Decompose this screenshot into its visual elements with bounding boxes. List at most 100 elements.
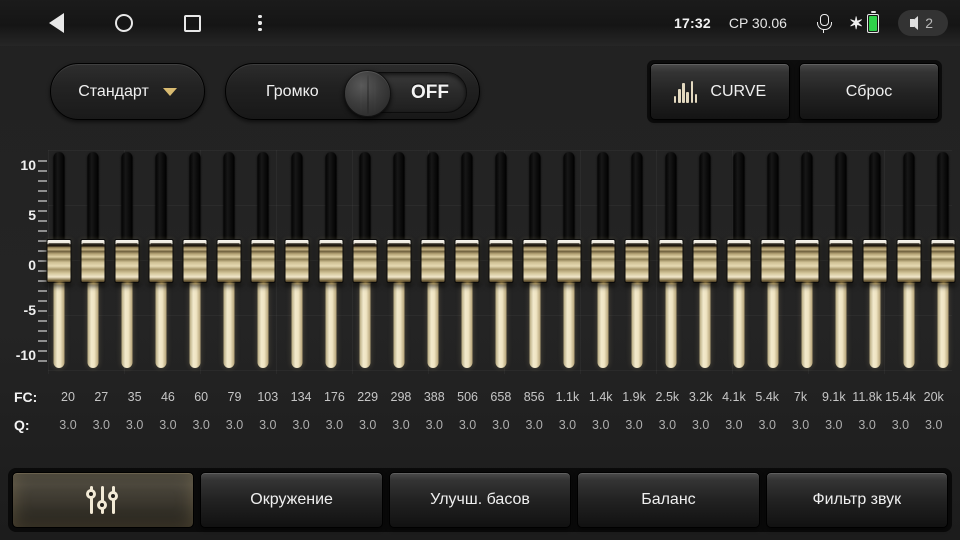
eq-band-slider[interactable] <box>420 152 446 370</box>
overflow-menu-button[interactable] <box>226 0 294 46</box>
slider-knob[interactable] <box>216 239 242 283</box>
fc-value: 658 <box>490 390 512 404</box>
eq-band-slider[interactable] <box>556 152 582 370</box>
preset-dropdown[interactable]: Стандарт <box>50 63 205 120</box>
slider-knob[interactable] <box>692 239 718 283</box>
slider-knob[interactable] <box>794 239 820 283</box>
eq-band-slider[interactable] <box>488 152 514 370</box>
fc-row-label: FC: <box>14 389 38 405</box>
eq-band-slider[interactable] <box>590 152 616 370</box>
q-values: 3.0 3.0 3.0 3.0 3.0 3.0 3.0 3.0 3.0 3.0 3.0 3.0 3.0 3… <box>52 418 960 432</box>
bluetooth-icon: ✶ <box>840 10 888 33</box>
band-parameter-rows: FC: 20 27 35 46 60 79 103 134 176 229 298 388 506 658… <box>0 382 960 444</box>
eq-band-slider[interactable] <box>352 152 378 370</box>
fc-value: 176 <box>323 390 345 404</box>
eq-band-slider[interactable] <box>386 152 412 370</box>
slider-knob[interactable] <box>420 239 446 283</box>
eq-band-slider[interactable] <box>454 152 480 370</box>
q-value: 3.0 <box>791 418 810 432</box>
slider-knob[interactable] <box>454 239 480 283</box>
eq-band-slider[interactable] <box>284 152 310 370</box>
reset-button[interactable]: Сброс <box>799 63 939 120</box>
q-value: 3.0 <box>425 418 443 432</box>
slider-knob[interactable] <box>522 239 548 283</box>
slider-knob[interactable] <box>386 239 412 283</box>
eq-band-slider[interactable] <box>114 152 140 370</box>
eq-band-slider[interactable] <box>522 152 548 370</box>
slider-knob[interactable] <box>760 239 786 283</box>
slider-knob[interactable] <box>182 239 208 283</box>
navigation-keys <box>0 0 294 46</box>
eq-band-slider[interactable] <box>726 152 752 370</box>
eq-band-slider[interactable] <box>216 152 242 370</box>
eq-y-axis: 10 5 0 -5 -10 <box>0 142 52 382</box>
slider-knob[interactable] <box>658 239 684 283</box>
toggle-knob[interactable] <box>344 70 391 117</box>
tab-equalizer[interactable] <box>12 472 195 528</box>
status-bar: 17:32 CP 30.06 ✶ 2 <box>0 0 960 46</box>
slider-knob[interactable] <box>46 239 72 283</box>
q-value: 3.0 <box>59 418 77 432</box>
eq-band-slider[interactable] <box>46 152 72 370</box>
q-value: 3.0 <box>392 418 410 432</box>
slider-knob[interactable] <box>556 239 582 283</box>
eq-band-slider[interactable] <box>794 152 820 370</box>
back-button[interactable] <box>22 0 90 46</box>
eq-band-slider[interactable] <box>80 152 106 370</box>
slider-knob[interactable] <box>352 239 378 283</box>
eq-band-slider[interactable] <box>250 152 276 370</box>
fc-value: 856 <box>523 390 545 404</box>
eq-band-slider[interactable] <box>760 152 786 370</box>
microphone-icon <box>807 13 840 33</box>
volume-badge[interactable]: 2 <box>898 10 948 36</box>
fc-value: 79 <box>227 390 242 404</box>
tab-label: Баланс <box>641 491 696 508</box>
eq-band-slider[interactable] <box>862 152 888 370</box>
fc-value: 1.4k <box>588 390 613 404</box>
eq-band-slider[interactable] <box>828 152 854 370</box>
eq-band-slider[interactable] <box>930 152 956 370</box>
slider-knob[interactable] <box>862 239 888 283</box>
slider-knob[interactable] <box>896 239 922 283</box>
waveform-icon <box>673 80 698 103</box>
tab-label: Улучш. басов <box>430 491 530 508</box>
slider-knob[interactable] <box>624 239 650 283</box>
eq-band-slider[interactable] <box>624 152 650 370</box>
slider-knob[interactable] <box>114 239 140 283</box>
slider-knob[interactable] <box>590 239 616 283</box>
slider-knob[interactable] <box>148 239 174 283</box>
slider-knob[interactable] <box>284 239 310 283</box>
slider-knob[interactable] <box>318 239 344 283</box>
eq-band-slider[interactable] <box>318 152 344 370</box>
slider-knob[interactable] <box>726 239 752 283</box>
eq-band-slider[interactable] <box>692 152 718 370</box>
q-value: 3.0 <box>858 418 876 432</box>
loudness-toggle[interactable]: OFF <box>344 70 467 117</box>
home-button[interactable] <box>90 0 158 46</box>
eq-band-slider[interactable] <box>148 152 174 370</box>
tab-улучш-басов[interactable]: Улучш. басов <box>388 472 572 528</box>
q-value: 3.0 <box>558 418 577 432</box>
fc-value: 9.1k <box>822 390 846 404</box>
q-value: 3.0 <box>891 418 910 432</box>
curve-button[interactable]: CURVE <box>650 63 790 120</box>
tab-фильтр-звук[interactable]: Фильтр звук <box>765 472 949 528</box>
tab-окружение[interactable]: Окружение <box>200 472 383 528</box>
eq-band-slider[interactable] <box>182 152 208 370</box>
q-value: 3.0 <box>525 418 543 432</box>
loudness-control[interactable]: Громко OFF <box>225 63 480 120</box>
slider-knob[interactable] <box>80 239 106 283</box>
tab-баланс[interactable]: Баланс <box>577 472 760 528</box>
slider-knob[interactable] <box>930 239 956 283</box>
eq-band-slider[interactable] <box>658 152 684 370</box>
recents-button[interactable] <box>158 0 226 46</box>
slider-knob[interactable] <box>488 239 514 283</box>
q-value: 3.0 <box>625 418 643 432</box>
slider-knob[interactable] <box>828 239 854 283</box>
tab-label: Фильтр звук <box>812 491 902 508</box>
q-value: 3.0 <box>825 418 843 432</box>
q-value: 3.0 <box>758 418 776 432</box>
fc-value: 60 <box>194 390 209 404</box>
eq-band-slider[interactable] <box>896 152 922 370</box>
slider-knob[interactable] <box>250 239 276 283</box>
